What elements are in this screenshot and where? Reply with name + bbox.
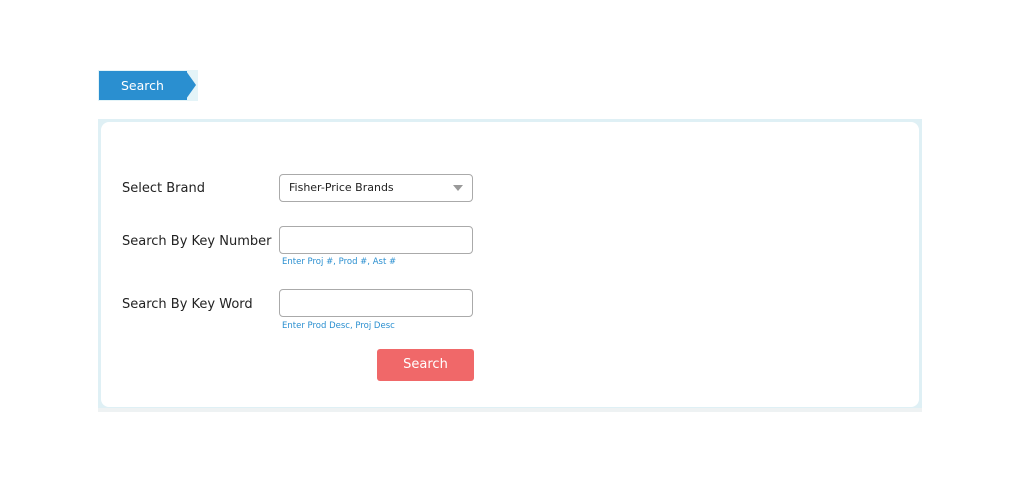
panel-bottom-shade: [98, 408, 922, 412]
brand-select-value: Fisher-Price Brands: [289, 181, 394, 194]
key-word-label: Search By Key Word: [122, 297, 253, 312]
search-tab-container: Search: [98, 70, 198, 101]
search-panel: [98, 119, 922, 412]
brand-select[interactable]: Fisher-Price Brands: [279, 174, 473, 202]
tab-arrow-shape: [186, 71, 196, 99]
key-word-input[interactable]: [279, 289, 473, 317]
search-panel-body: [101, 122, 919, 407]
key-word-hint: Enter Prod Desc, Proj Desc: [282, 321, 395, 331]
tab-search[interactable]: Search: [99, 71, 187, 100]
key-number-label: Search By Key Number: [122, 234, 272, 249]
search-button[interactable]: Search: [377, 349, 474, 381]
key-number-hint: Enter Proj #, Prod #, Ast #: [282, 257, 397, 267]
chevron-down-icon: [453, 185, 463, 191]
key-number-input[interactable]: [279, 226, 473, 254]
select-brand-label: Select Brand: [122, 181, 205, 196]
